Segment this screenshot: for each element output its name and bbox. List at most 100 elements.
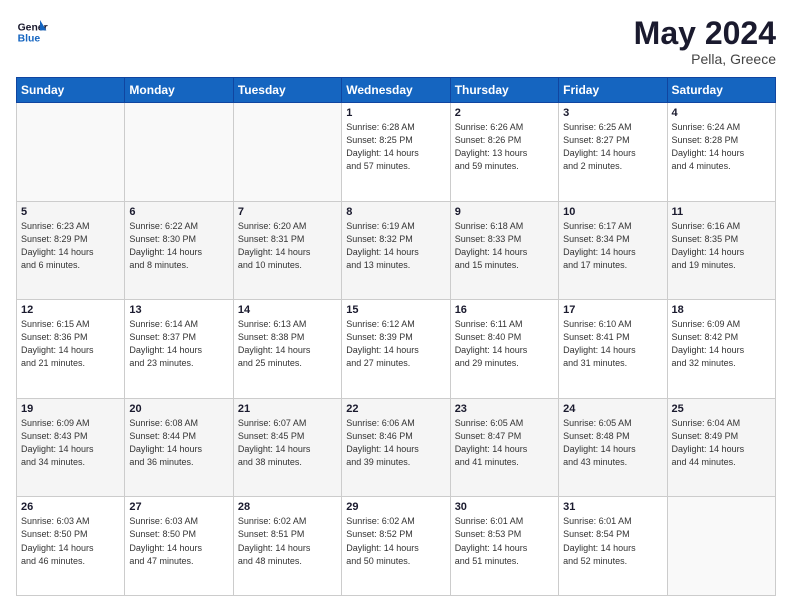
header-thursday: Thursday — [450, 78, 558, 103]
calendar-cell: 18 Sunrise: 6:09 AM Sunset: 8:42 PM Dayli… — [667, 300, 775, 399]
calendar-cell: 2 Sunrise: 6:26 AM Sunset: 8:26 PM Daylig… — [450, 103, 558, 202]
title-block: May 2024 Pella, Greece — [634, 16, 776, 67]
day-number: 16 — [455, 304, 554, 316]
header: General Blue May 2024 Pella, Greece — [16, 16, 776, 67]
calendar-cell: 9 Sunrise: 6:18 AM Sunset: 8:33 PM Daylig… — [450, 201, 558, 300]
day-info: Sunrise: 6:13 AM Sunset: 8:38 PM Dayligh… — [238, 318, 337, 370]
calendar-cell: 31 Sunrise: 6:01 AM Sunset: 8:54 PM Dayli… — [559, 497, 667, 596]
day-info: Sunrise: 6:09 AM Sunset: 8:43 PM Dayligh… — [21, 417, 120, 469]
day-number: 22 — [346, 403, 445, 415]
calendar-table: Sunday Monday Tuesday Wednesday Thursday… — [16, 77, 776, 596]
header-monday: Monday — [125, 78, 233, 103]
calendar-cell: 21 Sunrise: 6:07 AM Sunset: 8:45 PM Dayli… — [233, 398, 341, 497]
day-info: Sunrise: 6:07 AM Sunset: 8:45 PM Dayligh… — [238, 417, 337, 469]
day-number: 13 — [129, 304, 228, 316]
day-info: Sunrise: 6:09 AM Sunset: 8:42 PM Dayligh… — [672, 318, 771, 370]
day-info: Sunrise: 6:02 AM Sunset: 8:51 PM Dayligh… — [238, 515, 337, 567]
day-info: Sunrise: 6:02 AM Sunset: 8:52 PM Dayligh… — [346, 515, 445, 567]
day-number: 31 — [563, 501, 662, 513]
calendar-cell: 11 Sunrise: 6:16 AM Sunset: 8:35 PM Dayli… — [667, 201, 775, 300]
day-info: Sunrise: 6:01 AM Sunset: 8:54 PM Dayligh… — [563, 515, 662, 567]
day-number: 2 — [455, 107, 554, 119]
day-info: Sunrise: 6:19 AM Sunset: 8:32 PM Dayligh… — [346, 220, 445, 272]
day-number: 11 — [672, 206, 771, 218]
day-number: 14 — [238, 304, 337, 316]
calendar-cell: 15Sunrise: 6:12 AM Sunset: 8:39 PM Dayli… — [342, 300, 450, 399]
page: General Blue May 2024 Pella, Greece Sund… — [0, 0, 792, 612]
calendar-cell — [125, 103, 233, 202]
day-number: 26 — [21, 501, 120, 513]
calendar-cell: 4 Sunrise: 6:24 AM Sunset: 8:28 PM Daylig… — [667, 103, 775, 202]
day-info: Sunrise: 6:11 AM Sunset: 8:40 PM Dayligh… — [455, 318, 554, 370]
day-info: Sunrise: 6:01 AM Sunset: 8:53 PM Dayligh… — [455, 515, 554, 567]
calendar-cell: 13Sunrise: 6:14 AM Sunset: 8:37 PM Dayli… — [125, 300, 233, 399]
day-number: 7 — [238, 206, 337, 218]
day-number: 15 — [346, 304, 445, 316]
day-number: 24 — [563, 403, 662, 415]
day-number: 1 — [346, 107, 445, 119]
calendar-cell: 7 Sunrise: 6:20 AM Sunset: 8:31 PM Daylig… — [233, 201, 341, 300]
day-info: Sunrise: 6:20 AM Sunset: 8:31 PM Dayligh… — [238, 220, 337, 272]
calendar-cell: 6Sunrise: 6:22 AM Sunset: 8:30 PM Daylig… — [125, 201, 233, 300]
calendar-cell: 5 Sunrise: 6:23 AM Sunset: 8:29 PM Daylig… — [17, 201, 125, 300]
calendar-cell: 25 Sunrise: 6:04 AM Sunset: 8:49 PM Dayli… — [667, 398, 775, 497]
day-number: 4 — [672, 107, 771, 119]
day-number: 18 — [672, 304, 771, 316]
calendar-cell: 19 Sunrise: 6:09 AM Sunset: 8:43 PM Dayli… — [17, 398, 125, 497]
day-number: 5 — [21, 206, 120, 218]
day-info: Sunrise: 6:05 AM Sunset: 8:48 PM Dayligh… — [563, 417, 662, 469]
day-info: Sunrise: 6:03 AM Sunset: 8:50 PM Dayligh… — [21, 515, 120, 567]
day-number: 28 — [238, 501, 337, 513]
calendar-cell: 1 Sunrise: 6:28 AM Sunset: 8:25 PM Daylig… — [342, 103, 450, 202]
day-info: Sunrise: 6:24 AM Sunset: 8:28 PM Dayligh… — [672, 121, 771, 173]
calendar-cell: 27Sunrise: 6:03 AM Sunset: 8:50 PM Dayli… — [125, 497, 233, 596]
day-info: Sunrise: 6:04 AM Sunset: 8:49 PM Dayligh… — [672, 417, 771, 469]
calendar-cell: 28 Sunrise: 6:02 AM Sunset: 8:51 PM Dayli… — [233, 497, 341, 596]
day-info: Sunrise: 6:22 AM Sunset: 8:30 PM Dayligh… — [129, 220, 228, 272]
day-info: Sunrise: 6:26 AM Sunset: 8:26 PM Dayligh… — [455, 121, 554, 173]
day-info: Sunrise: 6:25 AM Sunset: 8:27 PM Dayligh… — [563, 121, 662, 173]
calendar-week-1: 1 Sunrise: 6:28 AM Sunset: 8:25 PM Daylig… — [17, 103, 776, 202]
calendar-cell — [233, 103, 341, 202]
calendar-cell: 20 Sunrise: 6:08 AM Sunset: 8:44 PM Dayli… — [125, 398, 233, 497]
calendar-cell: 12Sunrise: 6:15 AM Sunset: 8:36 PM Dayli… — [17, 300, 125, 399]
calendar-cell: 17 Sunrise: 6:10 AM Sunset: 8:41 PM Dayli… — [559, 300, 667, 399]
calendar-cell: 3 Sunrise: 6:25 AM Sunset: 8:27 PM Daylig… — [559, 103, 667, 202]
calendar-cell: 24 Sunrise: 6:05 AM Sunset: 8:48 PM Dayli… — [559, 398, 667, 497]
calendar-cell: 23 Sunrise: 6:05 AM Sunset: 8:47 PM Dayli… — [450, 398, 558, 497]
logo-icon: General Blue — [16, 16, 48, 48]
month-title: May 2024 — [634, 16, 776, 51]
calendar-week-5: 26 Sunrise: 6:03 AM Sunset: 8:50 PM Dayli… — [17, 497, 776, 596]
day-number: 20 — [129, 403, 228, 415]
day-info: Sunrise: 6:03 AM Sunset: 8:50 PM Dayligh… — [129, 515, 228, 567]
day-number: 19 — [21, 403, 120, 415]
day-number: 3 — [563, 107, 662, 119]
calendar-cell: 26 Sunrise: 6:03 AM Sunset: 8:50 PM Dayli… — [17, 497, 125, 596]
svg-text:Blue: Blue — [18, 34, 41, 45]
header-saturday: Saturday — [667, 78, 775, 103]
day-info: Sunrise: 6:17 AM Sunset: 8:34 PM Dayligh… — [563, 220, 662, 272]
day-info: Sunrise: 6:05 AM Sunset: 8:47 PM Dayligh… — [455, 417, 554, 469]
header-wednesday: Wednesday — [342, 78, 450, 103]
day-info: Sunrise: 6:28 AM Sunset: 8:25 PM Dayligh… — [346, 121, 445, 173]
day-info: Sunrise: 6:16 AM Sunset: 8:35 PM Dayligh… — [672, 220, 771, 272]
day-info: Sunrise: 6:18 AM Sunset: 8:33 PM Dayligh… — [455, 220, 554, 272]
day-number: 25 — [672, 403, 771, 415]
calendar-cell: 29Sunrise: 6:02 AM Sunset: 8:52 PM Dayli… — [342, 497, 450, 596]
day-number: 10 — [563, 206, 662, 218]
day-number: 17 — [563, 304, 662, 316]
day-info: Sunrise: 6:23 AM Sunset: 8:29 PM Dayligh… — [21, 220, 120, 272]
calendar-week-3: 12Sunrise: 6:15 AM Sunset: 8:36 PM Dayli… — [17, 300, 776, 399]
day-number: 23 — [455, 403, 554, 415]
calendar-cell — [667, 497, 775, 596]
day-number: 30 — [455, 501, 554, 513]
calendar-cell: 8Sunrise: 6:19 AM Sunset: 8:32 PM Daylig… — [342, 201, 450, 300]
day-number: 12 — [21, 304, 120, 316]
day-info: Sunrise: 6:10 AM Sunset: 8:41 PM Dayligh… — [563, 318, 662, 370]
header-sunday: Sunday — [17, 78, 125, 103]
weekday-header-row: Sunday Monday Tuesday Wednesday Thursday… — [17, 78, 776, 103]
day-number: 9 — [455, 206, 554, 218]
day-info: Sunrise: 6:08 AM Sunset: 8:44 PM Dayligh… — [129, 417, 228, 469]
calendar-cell: 14 Sunrise: 6:13 AM Sunset: 8:38 PM Dayli… — [233, 300, 341, 399]
day-number: 21 — [238, 403, 337, 415]
